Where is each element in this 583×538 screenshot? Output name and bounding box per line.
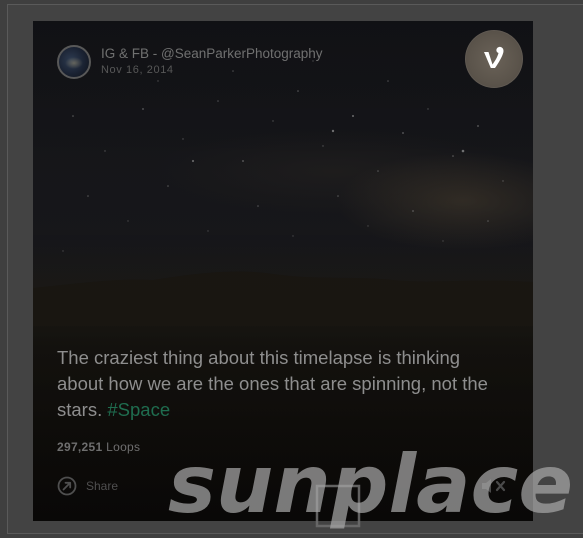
- watermark-text: sunplace: [168, 440, 573, 531]
- loops-label: Loops: [106, 440, 141, 454]
- post-date: Nov 16, 2014: [101, 64, 174, 76]
- vine-logo-button[interactable]: [465, 30, 523, 88]
- username-link[interactable]: IG & FB - @SeanParkerPhotography: [101, 46, 323, 62]
- loop-counter: 297,251 Loops: [57, 440, 140, 454]
- share-label: Share: [86, 479, 119, 493]
- loops-count: 297,251: [57, 440, 103, 454]
- user-avatar[interactable]: [57, 45, 91, 79]
- share-button[interactable]: Share: [57, 476, 118, 496]
- hashtag-link[interactable]: #Space: [107, 399, 170, 420]
- watermark-logo: sunplace: [168, 440, 573, 531]
- vine-logo-icon: [484, 46, 504, 68]
- post-header: IG & FB - @SeanParkerPhotography Nov 16,…: [57, 45, 323, 79]
- share-arrow-icon: [57, 476, 77, 496]
- post-caption: The craziest thing about this timelapse …: [57, 345, 497, 423]
- user-meta: IG & FB - @SeanParkerPhotography Nov 16,…: [101, 46, 323, 78]
